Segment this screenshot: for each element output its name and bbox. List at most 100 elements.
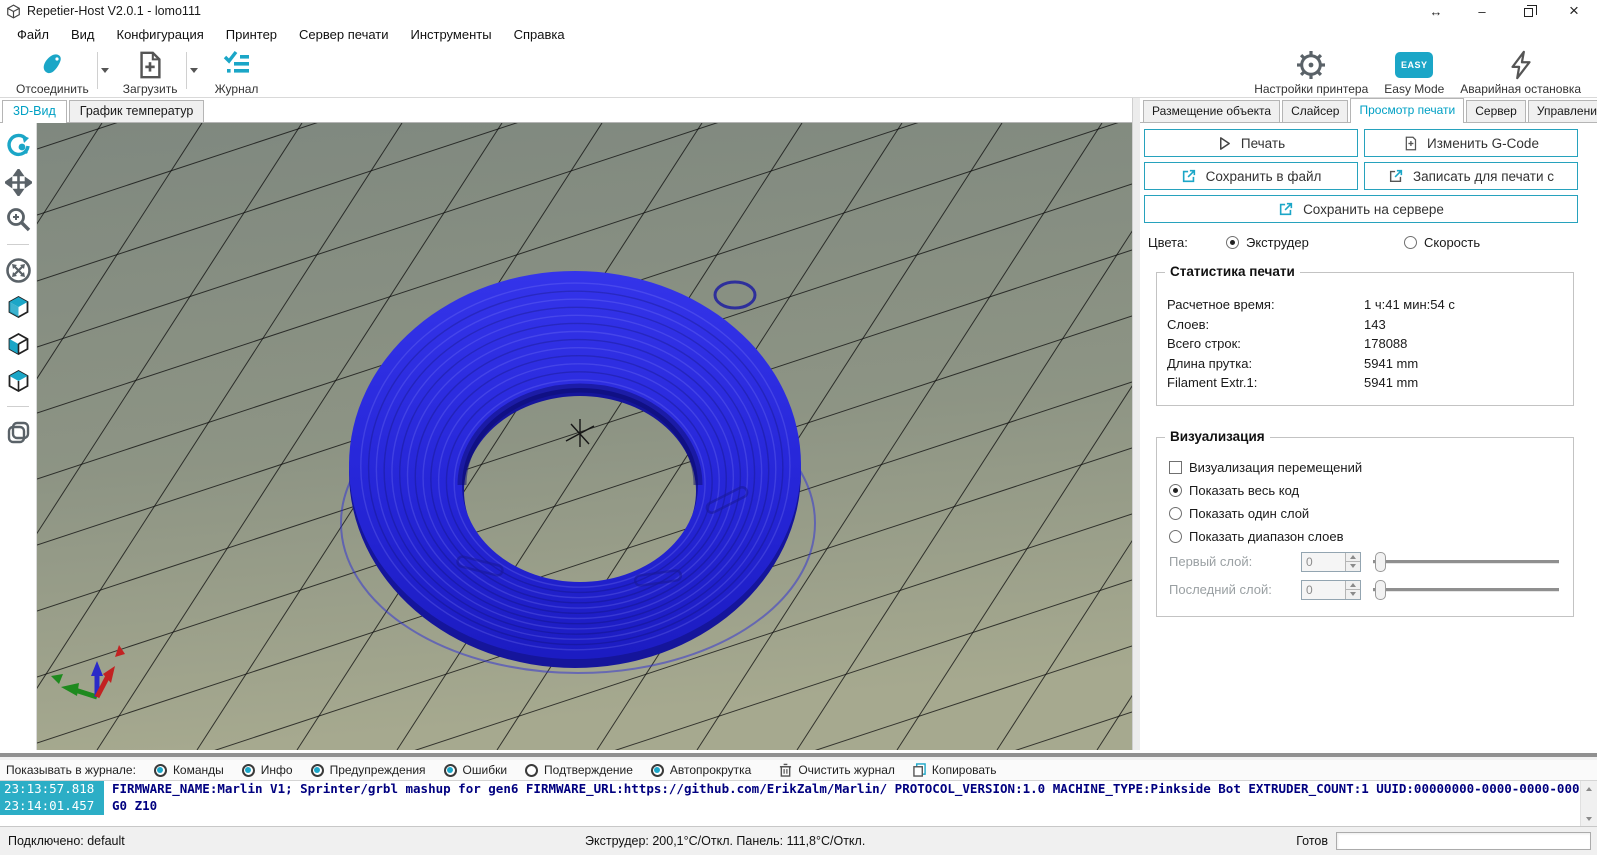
progress-bar: [1336, 832, 1591, 850]
3d-viewport[interactable]: [37, 123, 1132, 750]
log-output[interactable]: 23:13:57.818 FIRMWARE_NAME:Marlin V1; Sp…: [0, 780, 1597, 826]
copy-log-button[interactable]: Копировать: [913, 763, 997, 777]
toggle-autoscroll[interactable]: Автопрокрутка: [651, 763, 751, 777]
menu-file[interactable]: Файл: [6, 24, 60, 45]
emergency-stop-button[interactable]: Аварийная остановка: [1452, 46, 1589, 97]
group-title: Статистика печати: [1165, 264, 1300, 279]
load-button[interactable]: Загрузить: [115, 46, 186, 97]
view-tool-strip: [0, 123, 37, 750]
document-plus-icon: [1403, 136, 1418, 151]
journal-list-icon: [221, 48, 253, 81]
horizontal-splitter[interactable]: [0, 750, 1597, 760]
save-for-sd-print-button[interactable]: Записать для печати с: [1364, 162, 1578, 190]
minimize-button[interactable]: –: [1459, 0, 1505, 22]
color-by-extruder-radio[interactable]: Экструдер: [1226, 235, 1404, 250]
show-complete-code-radio[interactable]: Показать весь код: [1169, 483, 1563, 498]
view-tab-strip: 3D-Вид График температур: [0, 98, 1132, 123]
toggle-commands[interactable]: Команды: [154, 763, 224, 777]
show-travel-moves-checkbox[interactable]: Визуализация перемещений: [1169, 460, 1563, 475]
slider-handle[interactable]: [1375, 552, 1386, 572]
vertical-splitter[interactable]: [1132, 98, 1140, 750]
toggle-ack[interactable]: Подтверждение: [525, 763, 633, 777]
menu-help[interactable]: Справка: [503, 24, 576, 45]
tab-3d-view[interactable]: 3D-Вид: [2, 100, 67, 123]
show-single-layer-radio[interactable]: Показать один слой: [1169, 506, 1563, 521]
toggle-on-icon: [651, 764, 664, 777]
radio-icon: [1404, 236, 1417, 249]
menu-view[interactable]: Вид: [60, 24, 106, 45]
front-view-icon[interactable]: [4, 330, 32, 358]
tab-slicer[interactable]: Слайсер: [1282, 100, 1348, 122]
scroll-up-button[interactable]: [1581, 781, 1597, 796]
show-layer-range-radio[interactable]: Показать диапазон слоев: [1169, 529, 1563, 544]
menu-printer[interactable]: Принтер: [215, 24, 288, 45]
menu-print-server[interactable]: Сервер печати: [288, 24, 399, 45]
save-to-server-button[interactable]: Сохранить на сервере: [1144, 195, 1578, 223]
spin-up-button[interactable]: [1346, 581, 1360, 590]
rotate-view-icon[interactable]: [4, 131, 32, 159]
log-timestamp: 23:13:57.818: [0, 781, 104, 798]
print-button[interactable]: Печать: [1144, 129, 1358, 157]
play-icon: [1217, 136, 1232, 151]
pan-view-icon[interactable]: [4, 168, 32, 196]
last-layer-slider[interactable]: [1373, 580, 1563, 600]
spin-down-button[interactable]: [1346, 561, 1360, 571]
stat-row: Длина прутка:5941 mm: [1167, 354, 1563, 374]
first-layer-slider[interactable]: [1373, 552, 1563, 572]
chevron-down-icon: [190, 68, 198, 73]
gear-icon: [1295, 48, 1327, 81]
last-layer-spinner[interactable]: 0: [1301, 580, 1361, 600]
frames-icon[interactable]: [4, 418, 32, 446]
log-timestamp: 23:14:01.457: [0, 798, 104, 815]
spin-up-button[interactable]: [1346, 553, 1360, 562]
tab-server[interactable]: Сервер: [1466, 100, 1526, 122]
3d-scene: [37, 123, 1132, 750]
resize-handle-icon[interactable]: ↔: [1413, 0, 1459, 22]
radio-icon: [1226, 236, 1239, 249]
printer-settings-button[interactable]: Настройки принтера: [1246, 46, 1376, 97]
copy-icon: [913, 763, 926, 777]
color-by-speed-radio[interactable]: Скорость: [1404, 235, 1480, 250]
menu-tools[interactable]: Инструменты: [400, 24, 503, 45]
zoom-view-icon[interactable]: [4, 205, 32, 233]
fit-view-icon[interactable]: [4, 256, 32, 284]
easy-mode-button[interactable]: EASY Easy Mode: [1376, 46, 1452, 97]
toggle-errors[interactable]: Ошибки: [444, 763, 508, 777]
log-toolbar: Показывать в журнале: Команды Инфо Преду…: [0, 760, 1597, 780]
stat-value: 143: [1364, 315, 1386, 335]
save-to-file-button[interactable]: Сохранить в файл: [1144, 162, 1358, 190]
clear-log-button[interactable]: Очистить журнал: [779, 763, 895, 777]
stat-row: Расчетное время:1 ч:41 мин:54 с: [1167, 295, 1563, 315]
spin-down-button[interactable]: [1346, 589, 1360, 599]
tab-print-preview[interactable]: Просмотр печати: [1350, 98, 1464, 123]
log-message: G0 Z10: [104, 798, 157, 815]
stat-row: Всего строк:178088: [1167, 334, 1563, 354]
menu-config[interactable]: Конфигурация: [106, 24, 215, 45]
log-filter-label: Показывать в журнале:: [6, 763, 136, 777]
toggle-warnings[interactable]: Предупреждения: [311, 763, 426, 777]
tab-temperature-graph[interactable]: График температур: [69, 100, 205, 122]
edit-gcode-button[interactable]: Изменить G-Code: [1364, 129, 1578, 157]
slider-handle[interactable]: [1375, 580, 1386, 600]
restore-button[interactable]: [1505, 0, 1551, 22]
toggle-info[interactable]: Инфо: [242, 763, 293, 777]
trash-icon: [779, 763, 792, 777]
first-layer-spinner[interactable]: 0: [1301, 552, 1361, 572]
lightning-icon: [1506, 48, 1536, 81]
toolstrip-divider: [7, 406, 29, 407]
title-bar: Repetier-Host V2.0.1 - lomo111 ↔ – ×: [0, 0, 1597, 22]
close-button[interactable]: ×: [1551, 0, 1597, 22]
journal-button[interactable]: Журнал: [204, 46, 270, 97]
disconnect-button[interactable]: Отсоединить: [8, 46, 97, 97]
toggle-on-icon: [444, 764, 457, 777]
radio-icon: [1169, 507, 1182, 520]
tab-object-placement[interactable]: Размещение объекта: [1143, 100, 1280, 122]
load-dropdown[interactable]: [186, 52, 202, 89]
log-message: FIRMWARE_NAME:Marlin V1; Sprinter/grbl m…: [104, 781, 1597, 798]
disconnect-dropdown[interactable]: [97, 52, 113, 89]
isometric-view-icon[interactable]: [4, 293, 32, 321]
scroll-down-button[interactable]: [1581, 811, 1597, 826]
tab-control[interactable]: Управление: [1528, 100, 1597, 122]
log-scrollbar[interactable]: [1580, 781, 1597, 826]
top-view-icon[interactable]: [4, 367, 32, 395]
